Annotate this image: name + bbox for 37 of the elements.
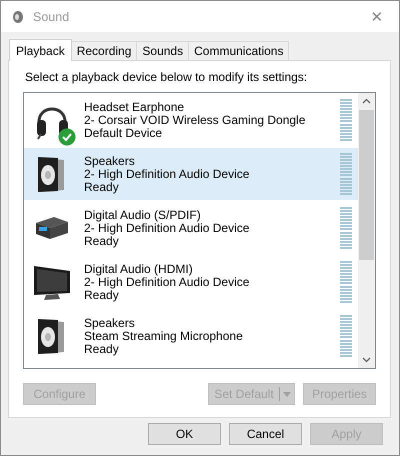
speaker-icon: [11, 10, 25, 24]
device-description: Steam Streaming Microphone: [84, 330, 244, 342]
device-name: Speakers: [84, 154, 136, 168]
device-status: Ready: [84, 180, 119, 194]
device-status: Ready: [84, 234, 119, 248]
monitor-icon: [32, 263, 72, 301]
device-status: Ready: [84, 288, 119, 302]
level-meter: [340, 153, 352, 195]
device-description: 2- High Definition Audio Device: [84, 276, 250, 288]
device-status: Ready: [84, 342, 120, 356]
caret-icon: [283, 392, 291, 396]
level-meter: [340, 99, 352, 141]
level-meter: [340, 315, 352, 357]
close-button[interactable]: ✕: [355, 8, 399, 26]
device-name: Digital Audio (HDMI): [84, 262, 194, 276]
dialog-button[interactable]: OK: [148, 423, 221, 445]
device-row[interactable]: Headset Earphone 2- Corsair VOID Wireless Gaming Dongle Default Device: [24, 94, 358, 146]
device-name: Digital Audio (S/PDIF): [84, 208, 202, 222]
device-description: 2- High Definition Audio Device: [84, 168, 250, 180]
device-row[interactable]: Speakers 2- High Definition Audio Device Ready: [24, 148, 358, 200]
device-description: 2- Corsair VOID Wireless Gaming Dongle: [84, 114, 306, 126]
instruction-text: Select a playback device below to modify its settings:: [25, 70, 308, 84]
dialog-button[interactable]: Cancel: [229, 423, 302, 445]
device-row[interactable]: Digital Audio (S/PDIF) 2- High Definition Audio Device Ready: [24, 202, 358, 254]
device-status: Default Device: [84, 126, 164, 140]
tab[interactable]: Recording: [70, 41, 138, 60]
device-name: Speakers: [84, 316, 136, 330]
tab[interactable]: Playback: [9, 39, 72, 61]
device-row[interactable]: Speakers Steam Streaming Microphone Ready: [24, 310, 358, 362]
scrollbar-thumb[interactable]: [359, 110, 374, 260]
device-name: Headset Earphone: [84, 100, 186, 114]
tab[interactable]: Communications: [188, 41, 290, 60]
window-title: Sound: [33, 10, 70, 24]
level-meter: [340, 207, 352, 249]
device-row[interactable]: Digital Audio (HDMI) 2- High Definition Audio Device Ready: [24, 256, 358, 308]
level-meter: [340, 261, 352, 303]
device-description: 2- High Definition Audio Device: [84, 222, 250, 234]
